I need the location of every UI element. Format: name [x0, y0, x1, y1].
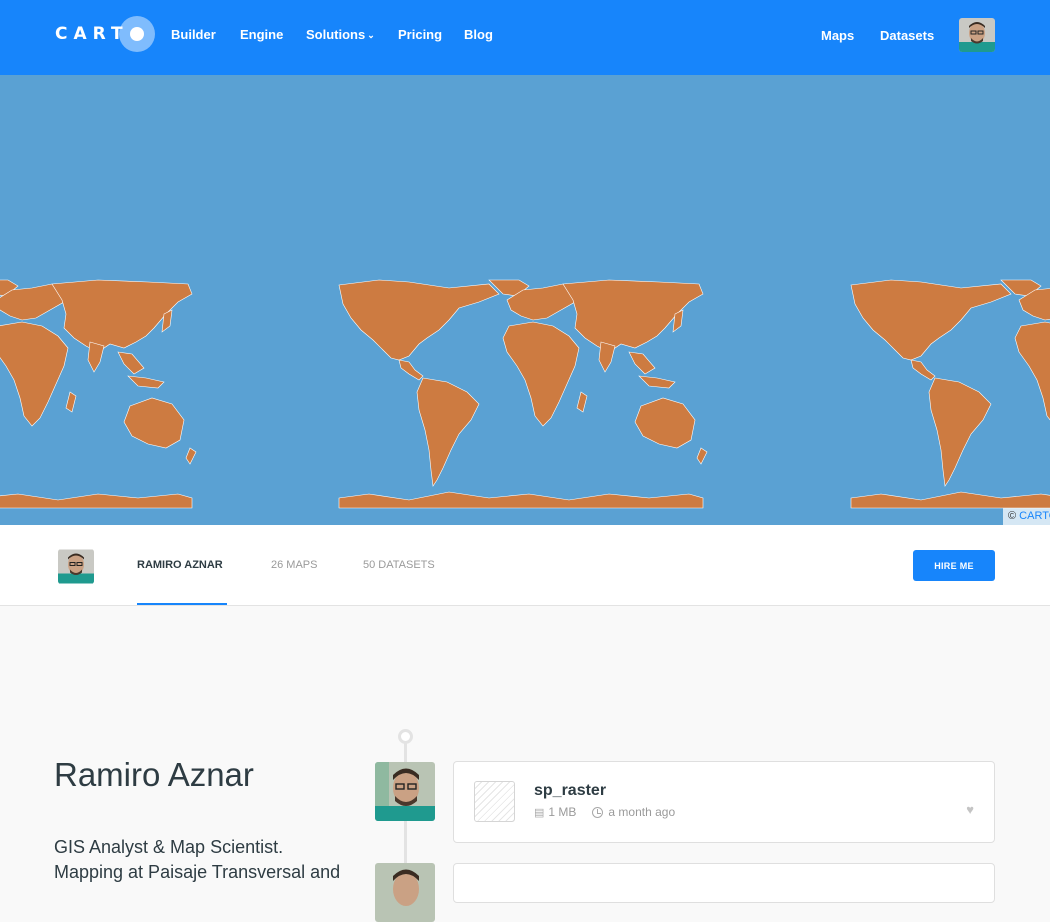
user-display-name: Ramiro Aznar	[54, 756, 254, 793]
dataset-title[interactable]: sp_raster	[534, 782, 606, 800]
file-size-icon: ▤	[534, 806, 545, 819]
logo-text: CART	[55, 24, 129, 44]
profile-avatar[interactable]	[58, 549, 94, 584]
nav-solutions[interactable]: Solutions ⌄	[306, 27, 375, 42]
logo-circle-icon	[118, 16, 155, 52]
dataset-thumbnail	[474, 781, 515, 822]
carto-logo[interactable]: CART	[55, 16, 155, 52]
profile-tab-bar: RAMIRO AZNAR 26 MAPS 50 DATASETS HIRE ME	[0, 525, 1050, 606]
dataset-card[interactable]: sp_raster ▤ 1 MB a month ago ♥	[453, 761, 995, 843]
user-bio: GIS Analyst & Map Scientist. Mapping at …	[54, 837, 341, 882]
nav-engine[interactable]: Engine	[240, 27, 283, 42]
nav-maps[interactable]: Maps	[821, 28, 854, 43]
user-avatar[interactable]	[959, 18, 995, 52]
tab-username[interactable]: RAMIRO AZNAR	[137, 559, 223, 571]
avatar-image	[375, 762, 435, 821]
carto-attribution-link[interactable]: CARTO	[1019, 510, 1050, 522]
chevron-down-icon: ⌄	[367, 30, 375, 40]
nav-builder[interactable]: Builder	[171, 27, 216, 42]
avatar-image	[959, 18, 995, 52]
avatar-image	[58, 549, 94, 584]
clock-icon	[592, 806, 604, 818]
heart-icon[interactable]: ♥	[966, 802, 974, 817]
world-map	[0, 279, 1050, 509]
map-attribution: © CARTO	[1003, 508, 1050, 525]
tab-maps[interactable]: 26 MAPS	[271, 559, 317, 571]
dataset-meta: ▤ 1 MB a month ago	[534, 805, 675, 819]
top-navbar: CART Builder Engine Solutions ⌄ Pricing B…	[0, 0, 1050, 75]
dataset-card[interactable]	[453, 863, 995, 903]
copyright-symbol: ©	[1008, 510, 1017, 522]
dataset-updated: a month ago	[608, 805, 676, 819]
tab-datasets[interactable]: 50 DATASETS	[363, 559, 435, 571]
timeline-start-dot	[398, 729, 413, 744]
dataset-size: 1 MB	[548, 805, 577, 819]
avatar-image	[375, 863, 435, 922]
nav-solutions-label: Solutions	[306, 27, 366, 42]
timeline-avatar	[375, 863, 435, 922]
active-tab-indicator	[137, 603, 227, 605]
nav-pricing[interactable]: Pricing	[398, 27, 442, 42]
nav-datasets[interactable]: Datasets	[880, 28, 934, 43]
profile-map[interactable]: © CARTO	[0, 75, 1050, 525]
timeline-avatar	[375, 762, 435, 821]
hire-me-button[interactable]: HIRE ME	[913, 550, 995, 581]
nav-blog[interactable]: Blog	[464, 27, 493, 42]
